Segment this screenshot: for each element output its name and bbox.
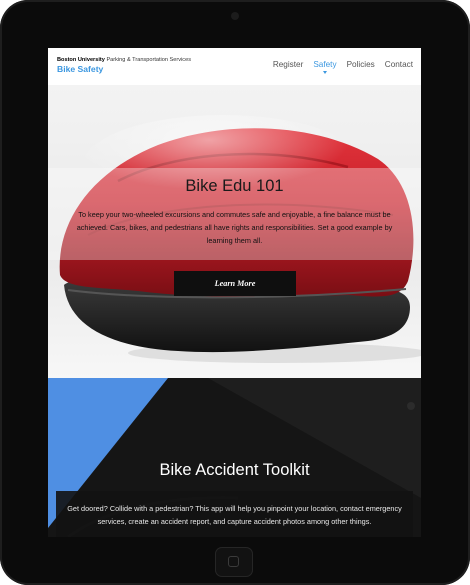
org-name-bold: Boston University bbox=[57, 57, 105, 63]
main-nav: Register Safety Policies Contact bbox=[273, 60, 413, 74]
camera-icon bbox=[231, 12, 239, 20]
nav-item-register[interactable]: Register bbox=[273, 60, 304, 69]
site-title[interactable]: Bike Safety bbox=[57, 64, 103, 74]
nav-item-safety[interactable]: Safety bbox=[313, 60, 337, 74]
home-button[interactable] bbox=[215, 547, 253, 577]
site-header: Boston University Parking & Transportati… bbox=[48, 48, 421, 85]
toolkit-section: Bike Accident Toolkit Get doored? Collid… bbox=[48, 378, 421, 537]
org-name[interactable]: Boston University Parking & Transportati… bbox=[57, 57, 191, 63]
toolkit-title: Bike Accident Toolkit bbox=[159, 461, 310, 479]
tablet-frame: Boston University Parking & Transportati… bbox=[0, 0, 470, 585]
nav-item-policies[interactable]: Policies bbox=[347, 60, 375, 69]
org-name-rest: Parking & Transportation Services bbox=[106, 57, 192, 63]
home-square-icon bbox=[228, 556, 239, 567]
nav-item-contact[interactable]: Contact bbox=[385, 60, 413, 69]
hero-section: Bike Edu 101 To keep your two-wheeled ex… bbox=[48, 85, 421, 378]
screen: Boston University Parking & Transportati… bbox=[48, 48, 421, 537]
hero-description: To keep your two-wheeled excursions and … bbox=[76, 210, 393, 245]
active-caret-icon bbox=[322, 71, 327, 74]
learn-more-button[interactable]: Learn More bbox=[174, 271, 296, 296]
hero-title: Bike Edu 101 bbox=[185, 177, 284, 195]
nav-item-safety-label: Safety bbox=[313, 60, 337, 69]
toolkit-description: Get doored? Collide with a pedestrian? T… bbox=[67, 504, 402, 526]
